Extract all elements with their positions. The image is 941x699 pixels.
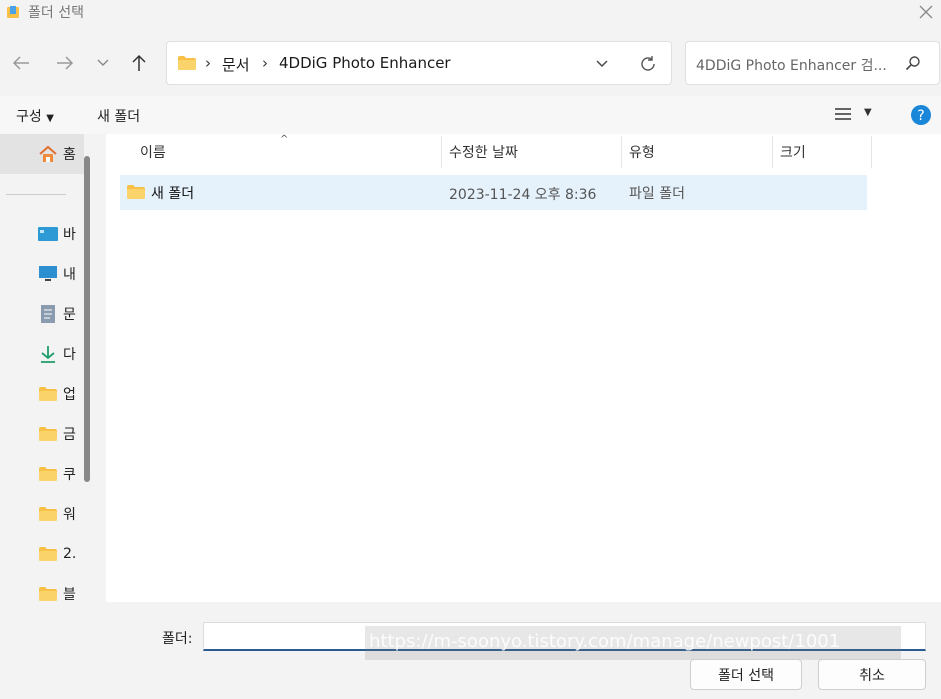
title-bar: 폴더 선택 (0, 0, 941, 26)
sidebar-item-label: 2. (63, 546, 77, 562)
sidebar-item-folder[interactable]: 쿠 (38, 463, 76, 485)
up-button[interactable] (126, 50, 152, 76)
sidebar-item-folder[interactable]: 블 (38, 583, 76, 602)
arrow-left-icon (12, 56, 29, 70)
breadcrumb-separator: › (205, 54, 211, 72)
refresh-button[interactable] (637, 53, 659, 75)
folder-icon (39, 427, 57, 441)
column-divider[interactable] (772, 136, 773, 168)
sort-ascending-icon: ^ (280, 134, 289, 145)
document-icon (41, 305, 55, 323)
url-watermark: https://m-soonyo.tistory.com/manage/newp… (365, 626, 901, 660)
file-list: ^ 이름 수정한 날짜 유형 크기 새 폴더 2023-11-24 오후 8:3… (106, 134, 941, 602)
desktop-icon (38, 227, 58, 241)
folder-icon (127, 185, 145, 199)
sidebar-item-label: 금 (63, 427, 76, 443)
column-divider[interactable] (621, 136, 622, 168)
sidebar-item-label: 홈 (63, 147, 76, 163)
select-folder-button[interactable]: 폴더 선택 (690, 659, 802, 690)
view-options-icon[interactable] (835, 107, 851, 121)
chevron-down-icon (97, 59, 109, 66)
column-header-size[interactable]: 크기 (780, 142, 806, 162)
pc-icon (39, 266, 57, 281)
forward-button[interactable] (52, 50, 78, 76)
sidebar-scrollbar[interactable] (84, 156, 90, 482)
arrow-right-icon (57, 56, 74, 70)
address-bar[interactable]: › 문서 › 4DDiG Photo Enhancer (166, 41, 672, 85)
breadcrumb-current[interactable]: 4DDiG Photo Enhancer (279, 54, 451, 72)
sidebar-item-folder[interactable]: 워 (38, 503, 76, 525)
refresh-icon (641, 56, 655, 71)
sidebar-item-downloads[interactable]: 다 (38, 343, 76, 365)
folder-label: 폴더: (162, 631, 193, 647)
folder-icon (39, 467, 57, 481)
breadcrumb-separator: › (262, 54, 268, 72)
recent-locations-button[interactable] (90, 50, 116, 76)
sidebar-item-label: 내 (63, 267, 76, 283)
close-button[interactable] (915, 1, 937, 23)
search-icon[interactable] (905, 55, 921, 71)
new-folder-button[interactable]: 새 폴더 (97, 106, 140, 126)
arrow-up-icon (132, 54, 146, 71)
organize-menu[interactable]: 구성 ▼ (16, 106, 54, 126)
svg-text:?: ? (917, 108, 924, 124)
sidebar-item-label: 다 (63, 347, 76, 363)
sidebar-item-folder[interactable]: 금 (38, 423, 76, 445)
sidebar-item-label: 블 (63, 587, 76, 602)
sidebar-item-documents[interactable]: 문 (38, 303, 76, 325)
app-icon (7, 6, 19, 18)
sidebar-item-pc[interactable]: 내 (38, 263, 76, 285)
cancel-button[interactable]: 취소 (818, 659, 926, 690)
sidebar-item-folder[interactable]: 업 (38, 383, 76, 405)
file-type: 파일 폴더 (629, 186, 685, 202)
search-box[interactable]: 4DDiG Photo Enhancer 검... (685, 41, 940, 85)
table-row[interactable]: 새 폴더 2023-11-24 오후 8:36 파일 폴더 (120, 175, 867, 210)
caret-down-icon: ▼ (46, 113, 54, 124)
sidebar-item-folder[interactable]: 2. (38, 543, 76, 565)
sidebar-divider (6, 194, 66, 195)
chevron-down-icon (596, 60, 608, 67)
column-header-modified[interactable]: 수정한 날짜 (449, 142, 518, 162)
navigation-pane: 홈 바 내 문 다 업 금 쿠 워 2. 블 (0, 134, 97, 602)
sidebar-item-label: 업 (63, 387, 76, 403)
search-placeholder: 4DDiG Photo Enhancer 검... (696, 58, 887, 74)
sidebar-item-home[interactable]: 홈 (38, 143, 76, 165)
view-dropdown[interactable]: ▼ (864, 107, 872, 118)
column-header-name[interactable]: 이름 (140, 142, 166, 162)
file-modified: 2023-11-24 오후 8:36 (449, 187, 597, 203)
folder-icon (178, 56, 196, 70)
column-divider[interactable] (441, 136, 442, 168)
download-icon (41, 346, 55, 363)
breadcrumb-documents[interactable]: 문서 (222, 54, 250, 75)
command-toolbar: 구성 ▼ 새 폴더 ▼ (0, 96, 941, 134)
folder-icon (39, 587, 57, 601)
sidebar-item-label: 문 (63, 307, 76, 323)
folder-icon (39, 507, 57, 521)
help-icon[interactable]: ? (911, 105, 931, 125)
address-dropdown-button[interactable] (591, 54, 613, 74)
window-title: 폴더 선택 (28, 5, 84, 21)
sidebar-item-label: 워 (63, 507, 76, 523)
column-divider[interactable] (871, 136, 872, 168)
folder-icon (39, 387, 57, 401)
navigation-bar: › 문서 › 4DDiG Photo Enhancer 4DDiG Photo … (0, 38, 941, 88)
close-icon (919, 5, 933, 19)
sidebar-item-desktop[interactable]: 바 (38, 223, 76, 245)
file-name: 새 폴더 (151, 186, 195, 202)
back-button[interactable] (8, 50, 34, 76)
home-icon (39, 145, 57, 162)
column-header-type[interactable]: 유형 (629, 142, 655, 162)
sidebar-item-label: 쿠 (63, 467, 76, 483)
folder-icon (39, 547, 57, 561)
dialog-footer: 폴더: https://m-soonyo.tistory.com/manage/… (0, 602, 941, 699)
sidebar-item-label: 바 (63, 227, 76, 243)
organize-label: 구성 (16, 109, 42, 125)
